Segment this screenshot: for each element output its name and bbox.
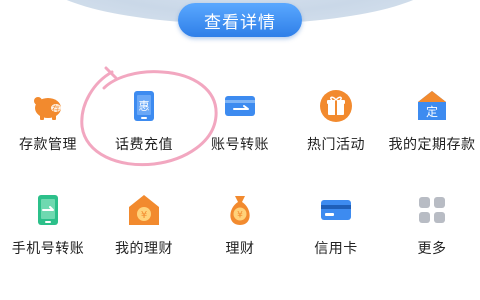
menu-item-label: 我的定期存款	[388, 137, 476, 153]
credit-card-icon	[318, 192, 354, 228]
piggy-bank-icon: 存	[30, 88, 66, 124]
menu-item-label: 账号转账	[211, 137, 269, 153]
menu-item-more[interactable]: 更多	[384, 192, 480, 296]
more-grid-icon	[414, 192, 450, 228]
svg-text:存: 存	[52, 104, 60, 114]
menu-item-deposit-management[interactable]: 存 存款管理	[0, 88, 96, 192]
menu-item-label: 信用卡	[314, 241, 358, 257]
svg-text:¥: ¥	[237, 211, 243, 221]
menu-item-my-wealth[interactable]: ¥ 我的理财	[96, 192, 192, 296]
menu-item-label: 手机号转账	[11, 241, 85, 257]
menu-item-label: 存款管理	[19, 137, 77, 153]
fixed-deposit-icon: 定	[414, 88, 450, 124]
menu-item-account-transfer[interactable]: 账号转账	[192, 88, 288, 192]
svg-text:¥: ¥	[141, 210, 147, 221]
menu-item-wealth-management[interactable]: ¥ 理财	[192, 192, 288, 296]
mobile-transfer-icon	[30, 192, 66, 228]
menu-item-mobile-transfer[interactable]: 手机号转账	[0, 192, 96, 296]
menu-item-my-fixed-deposit[interactable]: 定 我的定期存款	[384, 88, 480, 192]
menu-item-label: 更多	[417, 241, 447, 257]
svg-text:惠: 惠	[139, 99, 150, 113]
menu-item-hot-events[interactable]: 热门活动	[288, 88, 384, 192]
service-row-2: 手机号转账 ¥ 我的理财 ¥ 理财 信用卡 更多	[0, 192, 480, 296]
house-yuan-icon: ¥	[126, 192, 162, 228]
svg-text:定: 定	[426, 104, 438, 119]
menu-item-label: 热门活动	[307, 137, 365, 153]
menu-item-label: 话费充值	[115, 137, 173, 153]
menu-item-credit-card[interactable]: 信用卡	[288, 192, 384, 296]
card-transfer-icon	[222, 88, 258, 124]
menu-item-label: 我的理财	[115, 241, 173, 257]
service-grid: 存 存款管理 惠 话费充值 账号转账 热门活动 定 我的定期存款 手机号转账 ¥…	[0, 88, 480, 296]
gift-icon	[318, 88, 354, 124]
service-row-1: 存 存款管理 惠 话费充值 账号转账 热门活动 定 我的定期存款	[0, 88, 480, 192]
phone-recharge-icon: 惠	[126, 88, 162, 124]
menu-item-label: 理财	[225, 241, 255, 257]
money-bag-icon: ¥	[222, 192, 258, 228]
view-details-button[interactable]: 查看详情	[178, 3, 302, 37]
menu-item-phone-recharge[interactable]: 惠 话费充值	[96, 88, 192, 192]
